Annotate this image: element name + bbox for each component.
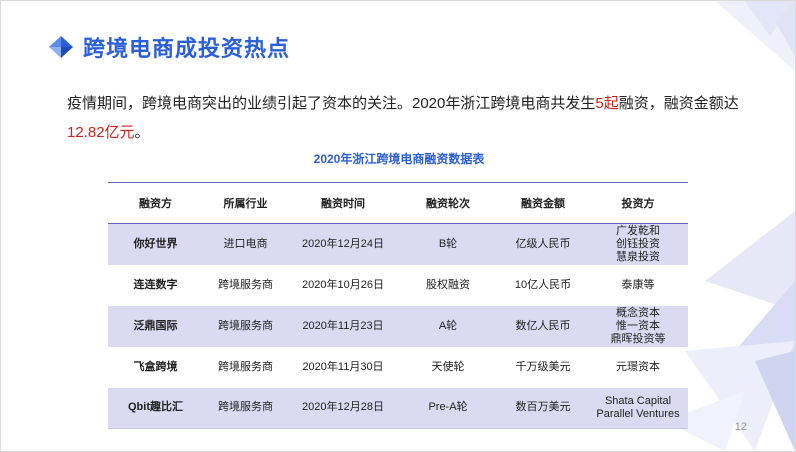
investor-cell: 泰康等 xyxy=(588,265,688,306)
header-cell: 融资方 xyxy=(108,182,203,224)
round-cell: B轮 xyxy=(398,223,498,265)
investee-cell: 泛鼎国际 xyxy=(108,305,203,347)
table-row: 你好世界 进口电商 2020年12月24日 B轮 亿级人民币 广发乾和 创钰投资… xyxy=(108,223,688,265)
slide: 跨境电商成投资热点 疫情期间，跨境电商突出的业绩引起了资本的关注。2020年浙江… xyxy=(0,0,796,452)
title-bar: 跨境电商成投资热点 xyxy=(49,31,290,63)
table-title: 2020年浙江跨境电商融资数据表 xyxy=(313,152,485,166)
investee-cell: 飞盒跨境 xyxy=(133,360,178,373)
industry-cell: 跨境服务商 xyxy=(218,278,273,291)
investee-cell: 连连数字 xyxy=(133,278,178,291)
investor-name: Parallel Ventures xyxy=(596,407,680,420)
investor-cell: Shata Capital Parallel Ventures xyxy=(588,387,688,429)
date-cell: 2020年12月24日 xyxy=(288,223,398,265)
round-cell: A轮 xyxy=(398,305,498,347)
table-row: 泛鼎国际 跨境服务商 2020年11月23日 A轮 数亿人民币 概念资本 惟一资… xyxy=(108,305,688,347)
amount-highlight: 12.82亿元 xyxy=(67,124,135,141)
investor-name: 概念资本 xyxy=(616,306,660,319)
round-cell: 天使轮 xyxy=(431,360,465,373)
date-cell: 2020年12月28日 xyxy=(288,387,398,429)
investor-name: 创钰投资 xyxy=(616,237,660,250)
intro-text-2: 融资，融资金额达 xyxy=(618,95,739,112)
table-header-row: 融资方 所属行业 融资时间 融资轮次 融资金额 投资方 xyxy=(108,182,688,224)
investor-name: 惟一资本 xyxy=(616,319,660,332)
intro-paragraph: 疫情期间，跨境电商突出的业绩引起了资本的关注。2020年浙江跨境电商共发生5起融… xyxy=(67,89,747,147)
intro-text-3: 。 xyxy=(134,124,150,141)
intro-text-1: 疫情期间，跨境电商突出的业绩引起了资本的关注。2020年浙江跨境电商共发生 xyxy=(67,95,596,112)
investor-name: 广发乾和 xyxy=(616,224,660,237)
header-cell: 融资轮次 xyxy=(398,182,498,224)
amount-cell: 亿级人民币 xyxy=(498,223,588,265)
page-number: 12 xyxy=(734,421,747,433)
date-cell: 2020年10月26日 xyxy=(302,278,384,291)
investor-name: 慧泉投资 xyxy=(616,250,660,263)
investor-cell: 广发乾和 创钰投资 慧泉投资 xyxy=(588,223,688,265)
industry-cell: 跨境服务商 xyxy=(203,387,288,429)
date-cell: 2020年11月30日 xyxy=(302,360,384,373)
header-cell: 所属行业 xyxy=(203,182,288,224)
investee-cell: 你好世界 xyxy=(108,223,203,265)
header-cell: 融资时间 xyxy=(288,182,398,224)
amount-cell: 千万级美元 xyxy=(515,360,571,373)
amount-cell: 10亿人民币 xyxy=(514,278,572,291)
investor-cell: 概念资本 惟一资本 鼎晖投资等 xyxy=(588,305,688,347)
investor-name: 元璟资本 xyxy=(616,360,660,373)
investor-name: 泰康等 xyxy=(621,278,655,291)
investor-cell: 元璟资本 xyxy=(588,347,688,388)
industry-cell: 跨境服务商 xyxy=(218,360,273,373)
header-cell: 投资方 xyxy=(588,182,688,224)
investee-cell: Qbit趣比汇 xyxy=(108,387,203,429)
amount-cell: 数亿人民币 xyxy=(498,305,588,347)
triangle-logo-icon xyxy=(49,36,73,58)
table-row: Qbit趣比汇 跨境服务商 2020年12月28日 Pre-A轮 数百万美元 S… xyxy=(108,387,688,429)
round-cell: 股权融资 xyxy=(426,278,470,291)
table-row: 连连数字 跨境服务商 2020年10月26日 股权融资 10亿人民币 泰康等 xyxy=(108,265,688,306)
round-cell: Pre-A轮 xyxy=(398,387,498,429)
page-title: 跨境电商成投资热点 xyxy=(83,36,291,61)
header-cell: 融资金额 xyxy=(498,182,588,224)
amount-cell: 数百万美元 xyxy=(498,387,588,429)
date-cell: 2020年11月23日 xyxy=(288,305,398,347)
financing-table: 融资方 所属行业 融资时间 融资轮次 融资金额 投资方 你好世界 进口电商 20… xyxy=(108,182,688,429)
table-row: 飞盒跨境 跨境服务商 2020年11月30日 天使轮 千万级美元 元璟资本 xyxy=(108,347,688,388)
deal-count-highlight: 5起 xyxy=(595,95,619,112)
investor-name: Shata Capital xyxy=(604,394,672,407)
industry-cell: 进口电商 xyxy=(203,223,288,265)
investor-name: 鼎晖投资等 xyxy=(610,332,666,345)
industry-cell: 跨境服务商 xyxy=(203,305,288,347)
